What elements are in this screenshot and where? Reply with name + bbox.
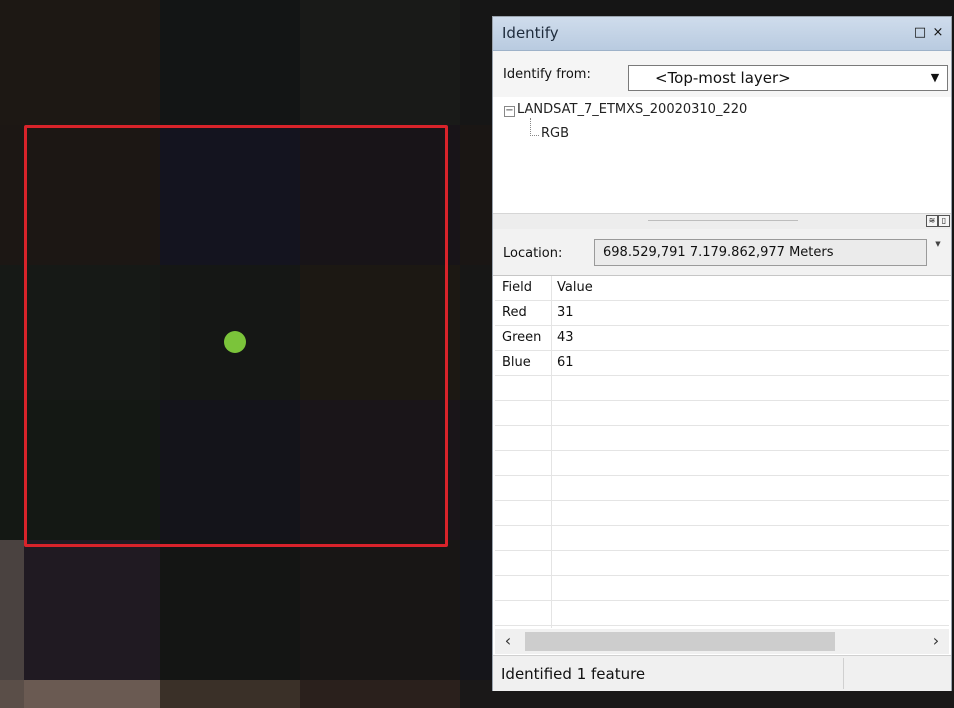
column-header-field[interactable]: Field [502,280,532,295]
value-cell: 31 [557,305,574,320]
status-bar: Identified 1 feature [493,655,951,691]
collapse-icon[interactable]: − [504,106,515,117]
identify-from-row: Identify from: <Top-most layer> ▼ [493,51,951,97]
empty-row [495,501,949,526]
location-label: Location: [503,246,563,261]
location-menu-icon[interactable]: ▼ [933,239,943,249]
raster-cell [160,680,300,708]
raster-cell [160,540,300,680]
raster-cell [0,680,24,708]
identify-location-marker [224,331,246,353]
tree-item-rgb[interactable]: RGB [541,126,569,141]
window-title: Identify [502,24,559,42]
scrollbar-thumb[interactable] [525,632,835,651]
tree-item-layer[interactable]: LANDSAT_7_ETMXS_20020310_220 [517,102,747,117]
close-icon[interactable]: × [931,26,945,40]
raster-cell [160,0,300,125]
maximize-icon[interactable]: □ [913,26,927,40]
scroll-right-icon[interactable]: › [927,632,945,650]
value-cell: 61 [557,355,574,370]
results-tree: − LANDSAT_7_ETMXS_20020310_220 RGB [495,97,949,213]
window-titlebar[interactable]: Identify □ × [493,17,951,51]
raster-cell [0,0,160,125]
raster-cell [24,680,160,708]
raster-cell [300,680,460,708]
empty-row [495,526,949,551]
tree-connector [530,118,539,136]
field-cell: Green [502,330,542,345]
scroll-left-icon[interactable]: ‹ [499,632,517,650]
column-header-value[interactable]: Value [557,280,593,295]
status-divider [843,658,844,689]
status-text: Identified 1 feature [501,665,646,683]
pane-splitter[interactable]: ≋ ▯ [493,213,951,230]
location-row: Location: 698.529,791 7.179.862,977 Mete… [493,229,951,276]
empty-row [495,476,949,501]
layout-icon[interactable]: ▯ [938,215,950,227]
empty-row [495,401,949,426]
table-header-row: Field Value [495,276,949,301]
empty-row [495,451,949,476]
identify-window: Identify □ × Identify from: <Top-most la… [492,16,952,691]
location-value: 698.529,791 7.179.862,977 Meters [603,245,834,260]
splitter-grip [648,220,798,221]
value-cell: 43 [557,330,574,345]
empty-row [495,551,949,576]
location-field[interactable]: 698.529,791 7.179.862,977 Meters [594,239,927,266]
raster-cell [0,540,24,680]
raster-cell [300,540,460,680]
empty-row [495,426,949,451]
empty-row [495,601,949,626]
table-row[interactable]: Blue 61 [495,351,949,376]
chevron-down-icon[interactable]: ▼ [925,68,945,88]
empty-row [495,576,949,601]
attribute-table: Field Value Red 31 Green 43 Blue 61 [495,276,949,628]
identify-from-value: <Top-most layer> [655,69,791,87]
field-cell: Blue [502,355,531,370]
field-cell: Red [502,305,527,320]
horizontal-scrollbar[interactable]: ‹ › [495,629,949,654]
identify-from-label: Identify from: [503,67,591,82]
table-row[interactable]: Red 31 [495,301,949,326]
raster-cell [300,0,460,125]
identify-from-dropdown[interactable]: <Top-most layer> ▼ [628,65,948,91]
empty-row [495,376,949,401]
table-row[interactable]: Green 43 [495,326,949,351]
raster-cell [24,540,160,680]
sort-icon[interactable]: ≋ [926,215,938,227]
